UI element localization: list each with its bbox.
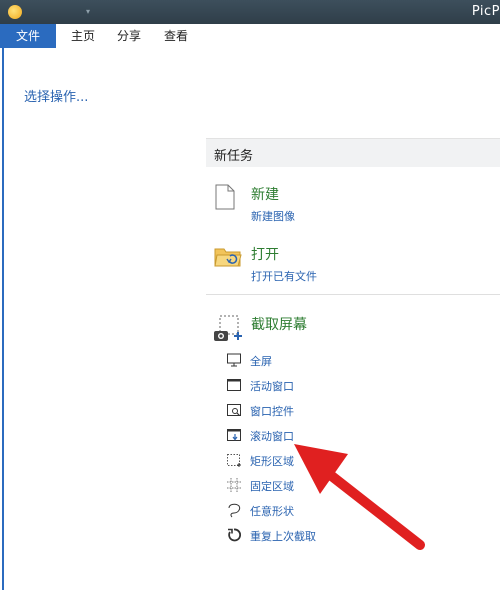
red-annotation-arrow-icon bbox=[294, 444, 425, 550]
